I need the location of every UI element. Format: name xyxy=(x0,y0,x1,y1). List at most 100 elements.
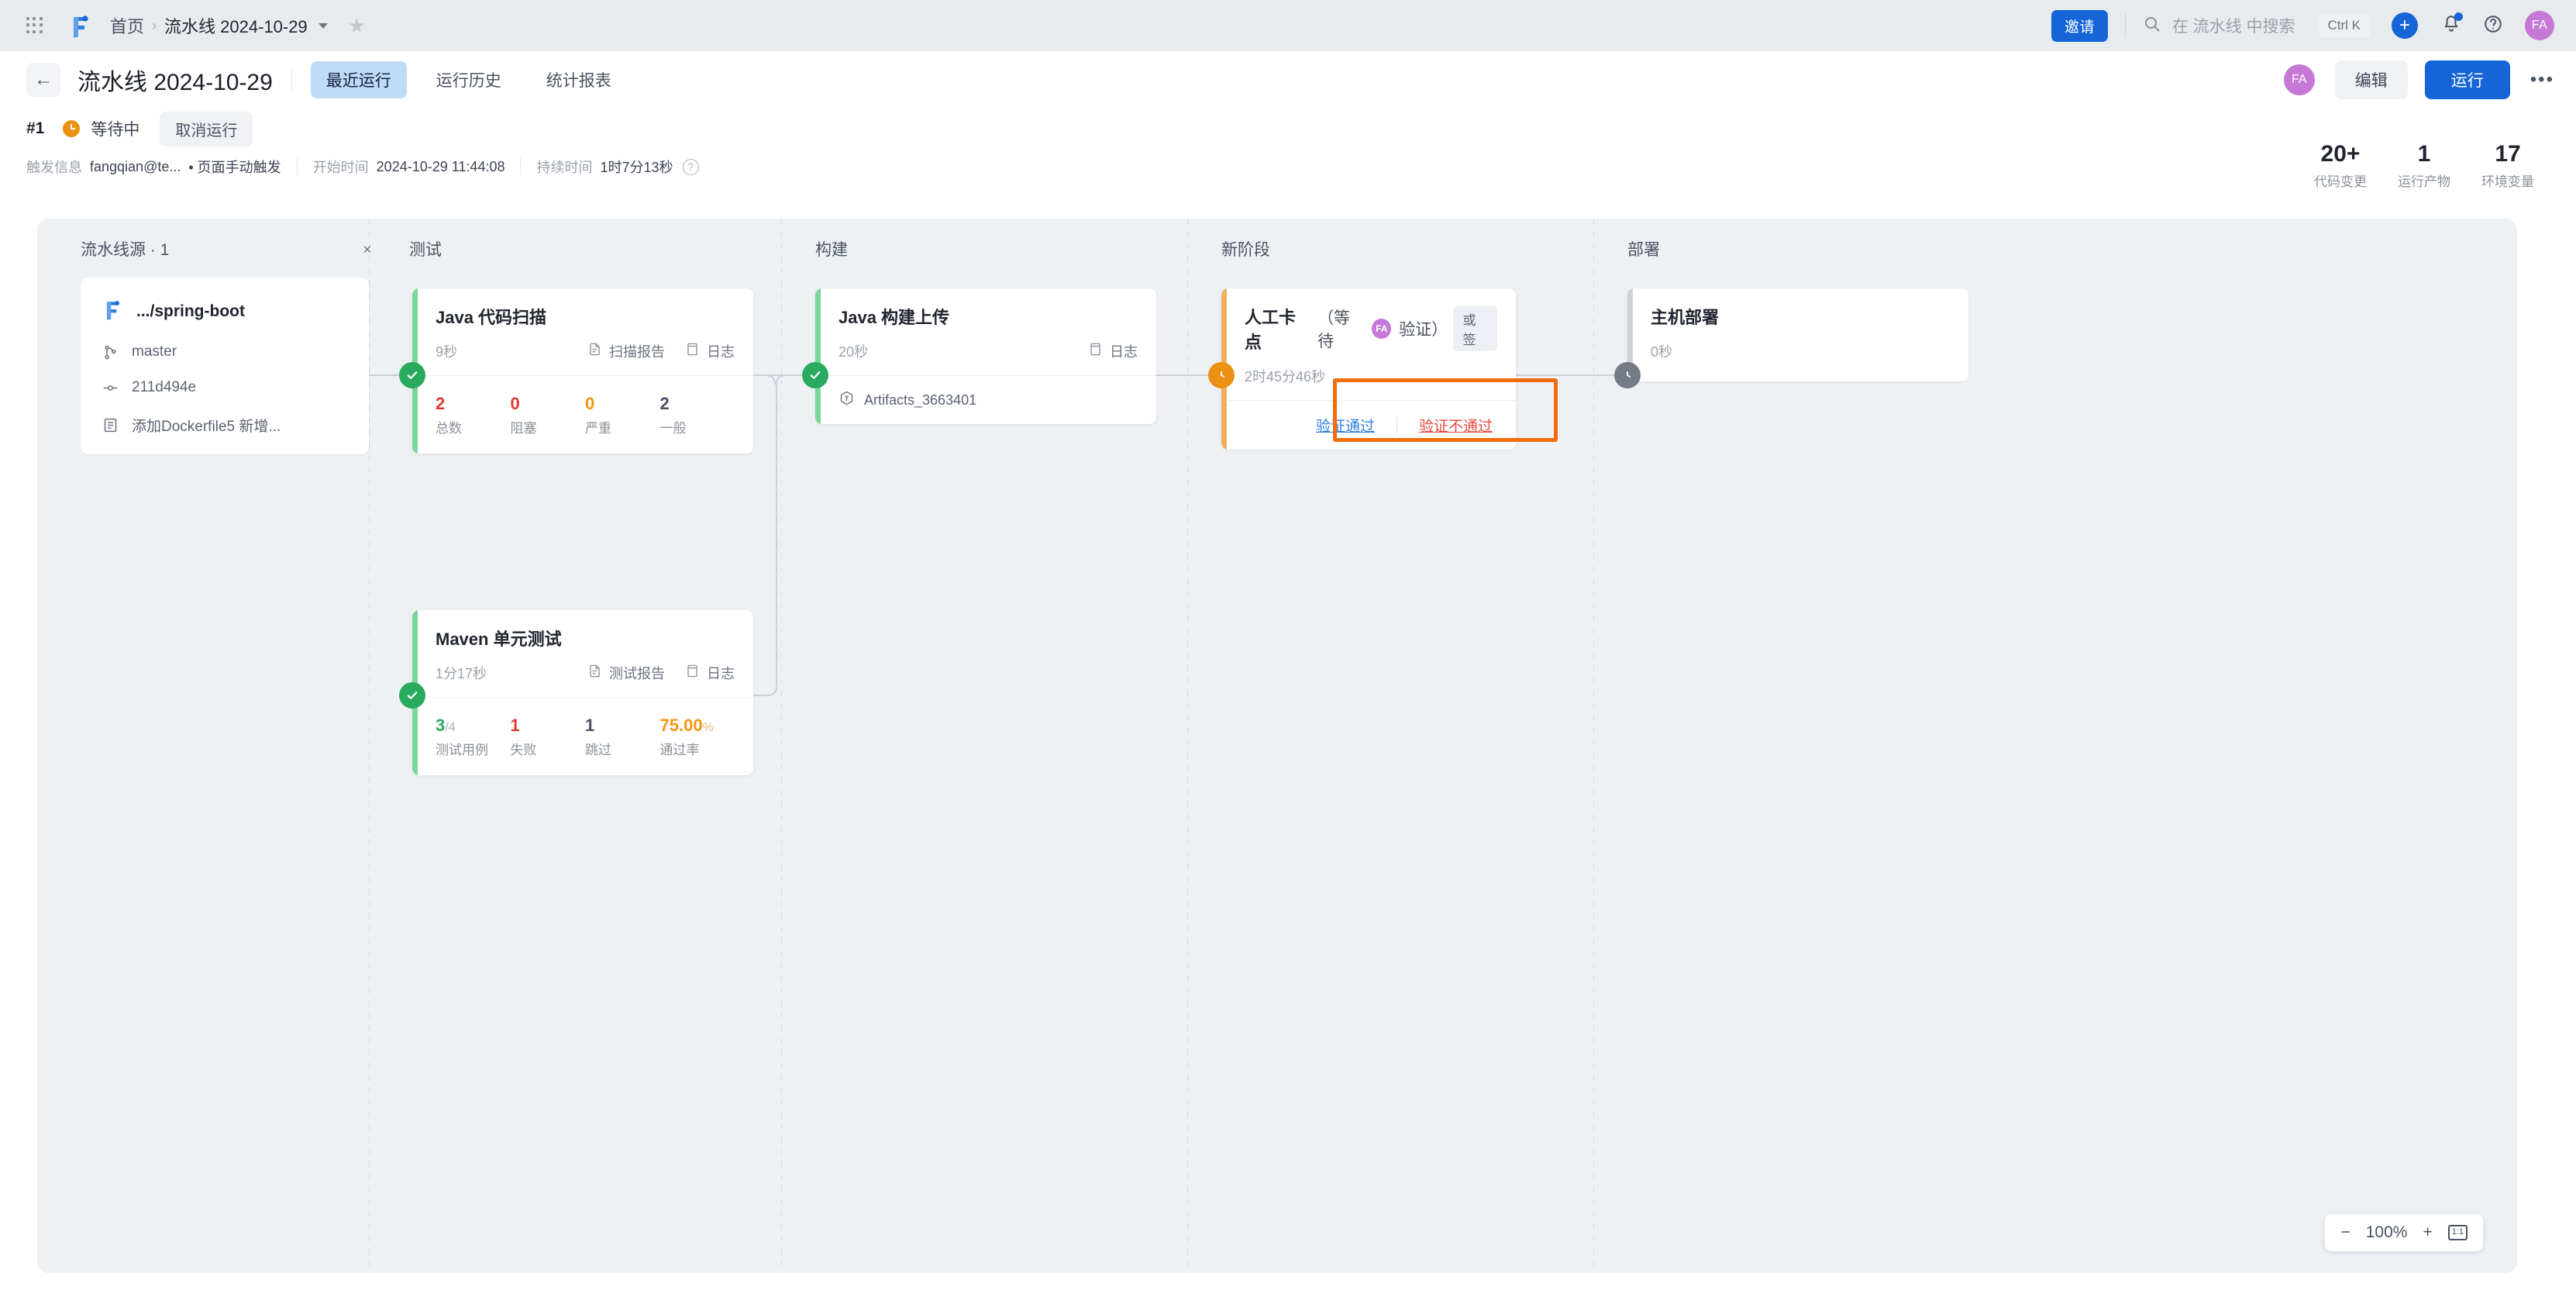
job-card-maven-test[interactable]: Maven 单元测试 1分17秒 测试报告 日志 3/4 测试用例 1 失败 1… xyxy=(412,610,753,776)
commit-icon xyxy=(101,380,119,396)
log-link[interactable]: 日志 xyxy=(1088,341,1138,361)
global-topbar: 首页 › 流水线 2024-10-29 ★ 邀请 在 流水线 中搜索 Ctrl … xyxy=(0,0,2576,51)
job-card-java-build[interactable]: Java 构建上传 20秒 日志 Artifacts_3663401 xyxy=(815,288,1156,424)
collapse-icon[interactable]: ›‹ xyxy=(363,240,371,258)
source-card[interactable]: .../spring-boot master 211d494e 添加Docker… xyxy=(81,278,369,454)
user-avatar[interactable]: FA xyxy=(2525,11,2554,40)
zoom-out-button[interactable]: − xyxy=(2340,1223,2350,1242)
metric-value: 1 xyxy=(585,716,595,735)
cancel-run-button[interactable]: 取消运行 xyxy=(160,111,253,147)
trigger-label: 触发信息 xyxy=(26,160,82,175)
tab-recent-runs[interactable]: 最近运行 xyxy=(310,61,407,98)
log-link[interactable]: 日志 xyxy=(685,341,735,361)
job-status-icon-success xyxy=(399,362,425,388)
favorite-star-icon[interactable]: ★ xyxy=(348,16,366,36)
notifications-bell-icon[interactable] xyxy=(2441,12,2463,38)
back-button[interactable]: ← xyxy=(26,63,60,97)
job-title: 主机部署 xyxy=(1651,308,1720,327)
trigger-user: fangqian@te... xyxy=(90,158,181,174)
job-duration: 20秒 xyxy=(839,344,869,360)
breadcrumb-home[interactable]: 首页 xyxy=(110,13,144,38)
stat-label: 代码变更 xyxy=(2314,174,2367,189)
log-icon xyxy=(1088,342,1103,360)
fit-to-screen-icon[interactable]: 1:1 xyxy=(2447,1225,2468,1240)
job-duration: 9秒 xyxy=(436,344,458,360)
link-label: 测试报告 xyxy=(609,666,665,681)
tab-statistics[interactable]: 统计报表 xyxy=(531,61,627,98)
run-number: #1 xyxy=(26,119,45,137)
metric-suffix: % xyxy=(702,721,714,734)
duration-value: 1时7分13秒 xyxy=(600,160,673,175)
page-title: 流水线 2024-10-29 xyxy=(77,70,273,95)
apps-grid-icon[interactable] xyxy=(26,17,43,34)
job-links: 测试报告 日志 xyxy=(587,663,735,683)
job-subtitle-pre: （等待 xyxy=(1317,309,1351,350)
job-subtitle-post: 验证） xyxy=(1399,321,1448,339)
job-card-host-deploy[interactable]: 主机部署 0秒 xyxy=(1627,288,1968,381)
duration-help-icon[interactable]: ? xyxy=(682,158,699,175)
metric-number: 75.00 xyxy=(659,716,703,735)
metric-number: 3 xyxy=(436,716,446,735)
source-panel-title: 流水线源 · 1 xyxy=(81,241,170,259)
metric-skipped: 1 跳过 xyxy=(585,716,660,758)
branch-name: master xyxy=(132,343,177,360)
job-meta: 9秒 扫描报告 日志 xyxy=(436,341,735,361)
edit-button[interactable]: 编辑 xyxy=(2334,60,2408,99)
owner-avatar[interactable]: FA xyxy=(2283,64,2315,95)
flow-logo-icon[interactable] xyxy=(67,12,93,39)
job-links: 日志 xyxy=(1088,341,1138,361)
pipeline-canvas[interactable]: 流水线源 · 1 ›‹ .../spring-boot master 211d4… xyxy=(37,219,2517,1273)
metric-blocker: 0 阻塞 xyxy=(511,394,586,436)
topbar-divider xyxy=(2124,13,2126,38)
breadcrumb: 首页 › 流水线 2024-10-29 xyxy=(110,13,328,38)
metric-label: 总数 xyxy=(436,421,462,436)
metric-label: 测试用例 xyxy=(436,743,488,758)
stat-env-variables[interactable]: 17 环境变量 xyxy=(2466,141,2550,190)
trigger-mode: • 页面手动触发 xyxy=(188,160,281,175)
tab-run-history[interactable]: 运行历史 xyxy=(421,61,517,98)
run-button[interactable]: 运行 xyxy=(2424,60,2510,99)
source-branch-row: master xyxy=(101,343,349,360)
job-header: 主机部署 0秒 xyxy=(1627,288,1968,381)
metric-value: 75.00% xyxy=(660,716,735,735)
link-label: 扫描报告 xyxy=(609,344,665,360)
create-new-button[interactable]: + xyxy=(2392,12,2418,39)
lane-divider xyxy=(1187,219,1188,1273)
zoom-level-label: 100% xyxy=(2365,1223,2408,1241)
lane-divider xyxy=(1593,219,1594,1273)
log-link[interactable]: 日志 xyxy=(685,663,735,683)
metric-value: 1 xyxy=(510,716,520,735)
stage-title: 测试 xyxy=(409,241,442,259)
metric-value: 0 xyxy=(585,394,595,413)
chevron-down-icon[interactable] xyxy=(318,22,328,29)
report-icon xyxy=(587,664,602,682)
commit-message-icon xyxy=(101,417,119,433)
artifact-link[interactable]: Artifacts_3663401 xyxy=(815,376,1156,424)
job-title-text: 人工卡点 xyxy=(1245,308,1297,352)
job-header: Maven 单元测试 1分17秒 测试报告 日志 xyxy=(412,610,753,697)
source-repo-row: .../spring-boot xyxy=(101,298,349,325)
search-input[interactable]: 在 流水线 中搜索 xyxy=(2143,14,2295,37)
artifact-icon xyxy=(839,390,855,410)
stage-title: 构建 xyxy=(815,241,848,259)
scan-report-link[interactable]: 扫描报告 xyxy=(587,341,665,361)
breadcrumb-current[interactable]: 流水线 2024-10-29 xyxy=(164,13,308,38)
invite-button[interactable]: 邀请 xyxy=(2051,9,2108,42)
approval-highlight-box xyxy=(1333,378,1558,442)
stat-label: 运行产物 xyxy=(2398,174,2450,189)
source-message-row: 添加Dockerfile5 新增... xyxy=(101,415,349,436)
job-metrics: 2 总数 0 阻塞 0 严重 2 一般 xyxy=(412,376,753,454)
stat-artifacts[interactable]: 1 运行产物 xyxy=(2382,141,2466,190)
test-report-link[interactable]: 测试报告 xyxy=(587,663,665,683)
more-options-icon[interactable]: ••• xyxy=(2530,70,2554,89)
start-time-value: 2024-10-29 11:44:08 xyxy=(376,158,505,174)
run-stats: 20+ 代码变更 1 运行产物 17 环境变量 xyxy=(2299,141,2550,190)
stat-code-changes[interactable]: 20+ 代码变更 xyxy=(2299,141,2382,190)
run-status-bar: #1 等待中 取消运行 xyxy=(0,109,2576,149)
search-icon xyxy=(2143,15,2161,37)
job-card-java-scan[interactable]: Java 代码扫描 9秒 扫描报告 日志 2 总数 0 阻塞 0 严重 2 一般 xyxy=(412,288,753,454)
help-icon[interactable] xyxy=(2483,14,2503,38)
metric-value: 2 xyxy=(659,394,670,413)
zoom-in-button[interactable]: + xyxy=(2423,1223,2432,1242)
job-title: Java 构建上传 xyxy=(839,308,950,327)
